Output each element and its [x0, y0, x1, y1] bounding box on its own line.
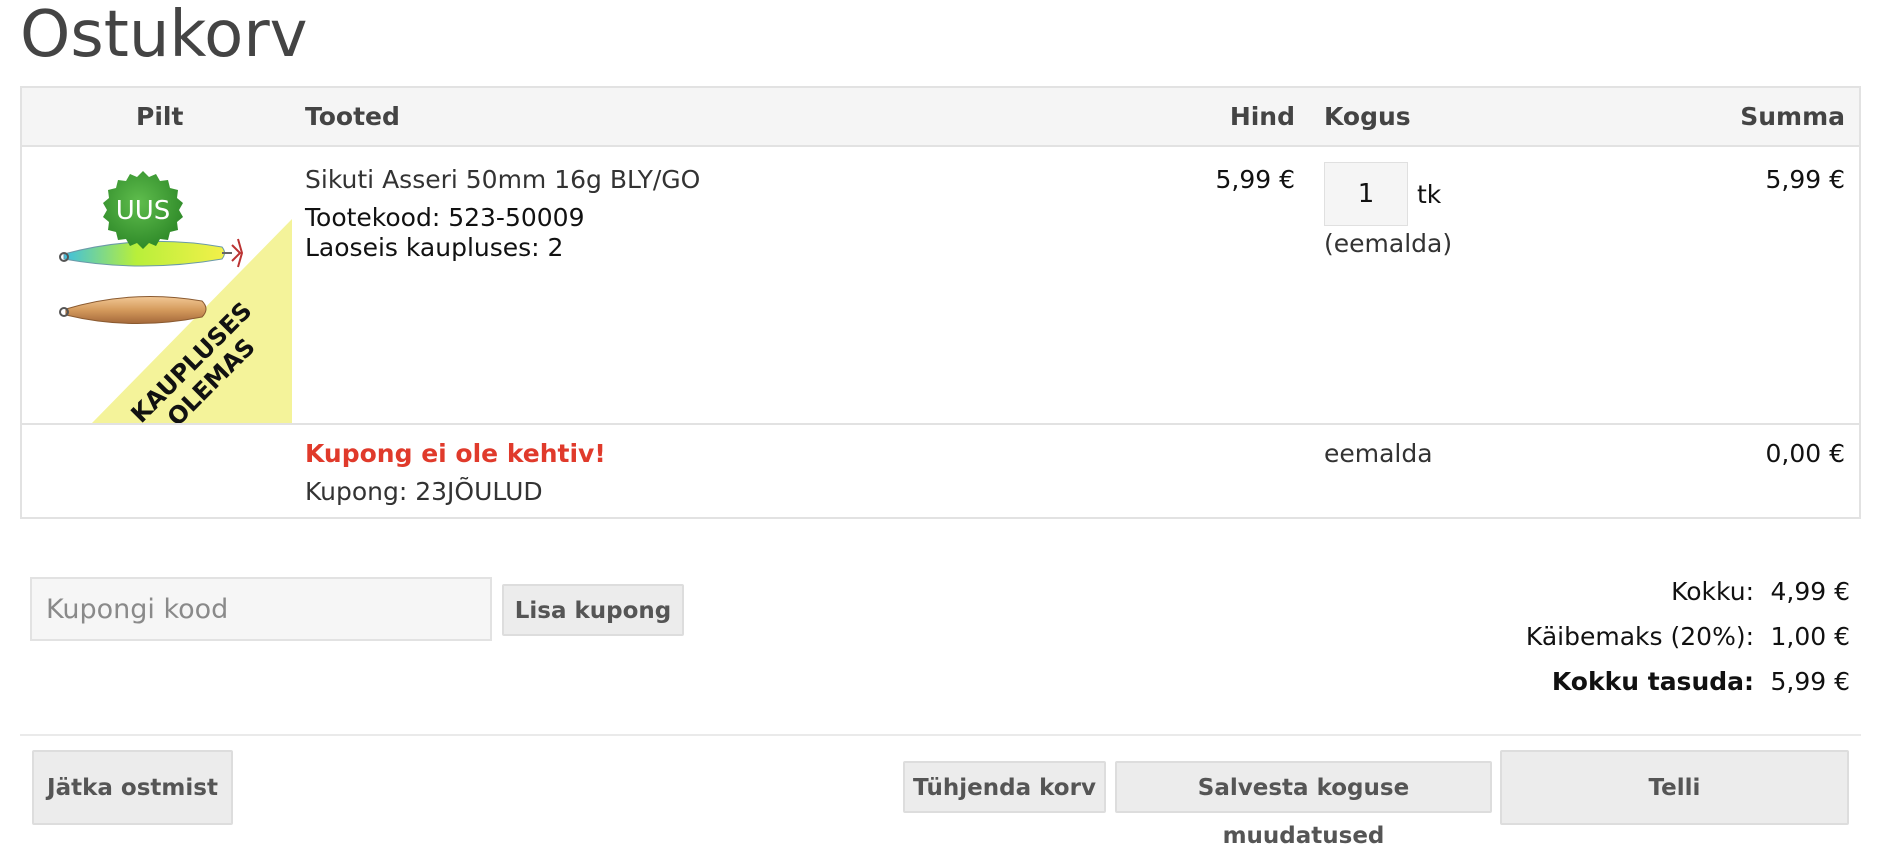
header-products: Tooted	[305, 102, 400, 131]
order-button[interactable]: Telli	[1500, 750, 1849, 825]
remove-product-link[interactable]: (eemalda)	[1324, 229, 1452, 258]
page-title: Ostukorv	[20, 0, 308, 72]
continue-shopping-button[interactable]: Jätka ostmist	[32, 750, 233, 825]
vat-value: 1,00 €	[1770, 622, 1850, 651]
coupon-error-message: Kupong ei ole kehtiv!	[305, 439, 606, 468]
vat-label: Käibemaks (20%):	[1525, 622, 1754, 651]
header-quantity: Kogus	[1324, 102, 1411, 131]
product-stock: Laoseis kaupluses: 2	[305, 233, 564, 262]
new-badge-icon: UUS	[103, 171, 183, 249]
product-name-link[interactable]: Sikuti Asseri 50mm 16g BLY/GO	[305, 165, 700, 194]
coupon-sum: 0,00 €	[1765, 439, 1845, 468]
remove-coupon-link[interactable]: eemalda	[1324, 439, 1433, 468]
total-label: Kokku tasuda:	[1551, 667, 1754, 696]
total-row: Kokku tasuda: 5,99 €	[1552, 666, 1850, 698]
save-quantity-button[interactable]: Salvesta koguse muudatused	[1115, 761, 1492, 849]
coupon-code-label: Kupong: 23JÕULUD	[305, 477, 543, 506]
subtotal-row: Kokku: 4,99 €	[1671, 576, 1850, 608]
table-row: KAUPLUSES OLEMAS UUS Sikuti Asseri 50mm …	[22, 147, 1859, 425]
divider	[20, 734, 1861, 736]
total-value: 5,99 €	[1770, 667, 1850, 696]
product-sum: 5,99 €	[1765, 165, 1845, 194]
header-price: Hind	[1229, 102, 1295, 131]
new-badge-label: UUS	[116, 196, 171, 226]
coupon-row: Kupong ei ole kehtiv! Kupong: 23JÕULUD e…	[22, 425, 1859, 519]
empty-cart-button[interactable]: Tühjenda korv	[903, 761, 1106, 813]
product-image[interactable]: KAUPLUSES OLEMAS UUS	[52, 149, 292, 423]
coupon-code-input[interactable]	[30, 577, 492, 641]
product-code: Tootekood: 523-50009	[305, 203, 585, 232]
table-header: Pilt Tooted Hind Kogus Summa	[22, 88, 1859, 147]
header-sum: Summa	[1740, 102, 1845, 131]
vat-row: Käibemaks (20%): 1,00 €	[1526, 621, 1850, 653]
product-price: 5,99 €	[1215, 165, 1295, 194]
quantity-unit: tk	[1417, 180, 1442, 209]
subtotal-label: Kokku:	[1671, 577, 1754, 606]
cart-page: Ostukorv Pilt Tooted Hind Kogus Summa KA…	[0, 0, 1880, 852]
cart-table: Pilt Tooted Hind Kogus Summa KAUPLUSES O…	[20, 86, 1861, 519]
subtotal-value: 4,99 €	[1770, 577, 1850, 606]
header-image: Pilt	[136, 102, 184, 131]
add-coupon-button[interactable]: Lisa kupong	[502, 584, 684, 636]
quantity-input[interactable]	[1324, 162, 1408, 226]
